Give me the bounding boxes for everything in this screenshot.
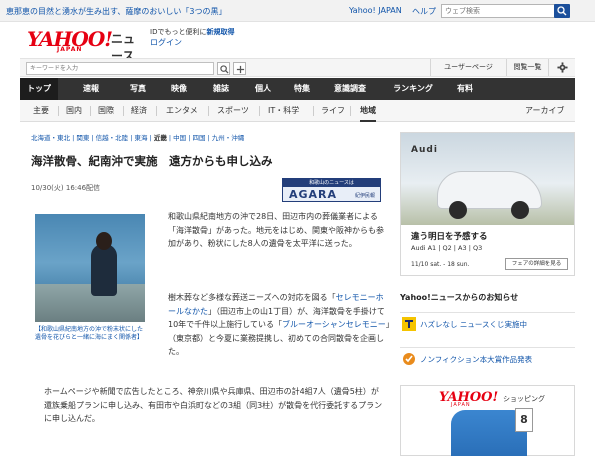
keyword-input[interactable] bbox=[26, 62, 214, 75]
nav-feature[interactable]: 特集 bbox=[284, 78, 320, 100]
blue-ocean-ceremony-link[interactable]: ブルーオーシャンセレモニー bbox=[282, 320, 386, 329]
divider bbox=[156, 106, 157, 116]
nav2-main[interactable]: 主要 bbox=[33, 100, 49, 122]
divider bbox=[208, 106, 209, 116]
region-kanto[interactable]: 関東 bbox=[76, 134, 89, 142]
agara-sub-text: 紀伊民報 bbox=[355, 193, 376, 199]
search-icon bbox=[557, 6, 567, 16]
nav-video[interactable]: 映像 bbox=[161, 78, 197, 100]
login-link[interactable]: ログイン bbox=[150, 37, 182, 48]
photo-person bbox=[91, 244, 117, 296]
divider bbox=[58, 106, 59, 116]
nav-survey[interactable]: 意識調査 bbox=[325, 78, 375, 100]
nav2-international[interactable]: 国際 bbox=[98, 100, 114, 122]
search-icon bbox=[220, 65, 229, 74]
paragraph-2: 樹木葬など多様な葬送ニーズへの対応を図る「セレモニーホールなかた」（田辺市上の山… bbox=[168, 291, 390, 359]
nav2-archive[interactable]: アーカイブ bbox=[525, 100, 565, 122]
promo-link[interactable]: 恵那恵の目然と湧水が生み出す、薩摩のおいしい「3つの黒」 bbox=[6, 6, 226, 17]
photo-caption: 【和歌山県紀南地方の沖で粉末状にした遺骨を花びらと一緒に海にまく関係者】 bbox=[35, 326, 144, 341]
history-link[interactable]: 閲覧一覧 bbox=[506, 59, 548, 76]
nav-ranking[interactable]: ランキング bbox=[383, 78, 443, 100]
nav-photo[interactable]: 写真 bbox=[120, 78, 156, 100]
paragraph-1: 和歌山県紀南地方の沖で28日、田辺市内の葬儀業者による「海洋散骨」があった。地元… bbox=[168, 212, 384, 248]
divider bbox=[90, 106, 91, 116]
t-point-icon bbox=[402, 317, 416, 331]
paragraph-3: ホームページや新聞で広告したところ、神奈川県や兵庫県、田辺市の計4組7人（遺骨5… bbox=[44, 387, 383, 423]
photo-shore bbox=[35, 284, 145, 322]
car-wheel bbox=[449, 201, 467, 219]
region-tokai[interactable]: 東海 bbox=[134, 134, 147, 142]
secondary-nav: 主要 国内 国際 経済 エンタメ スポーツ IT・科学 ライフ 地域 アーカイブ bbox=[20, 100, 575, 122]
notice-text: ノンフィクション本大賞作品発表 bbox=[420, 355, 533, 364]
audi-ad[interactable]: Audi 違う明日を予感する Audi A1 | Q2 | A3 | Q3 11… bbox=[400, 132, 575, 276]
nav2-it-science[interactable]: IT・科学 bbox=[268, 100, 299, 122]
paragraph-2-text-a: 樹木葬など多様な葬送ニーズへの対応を図る「 bbox=[168, 293, 336, 302]
notices-heading: Yahoo!ニュースからのお知らせ bbox=[400, 293, 519, 302]
region-shikoku[interactable]: 四国 bbox=[192, 134, 205, 142]
agara-top-text: 和歌山のニュースは bbox=[283, 179, 380, 187]
region-shinetsu-hokuriku[interactable]: 信越・北陸 bbox=[96, 134, 129, 142]
register-link[interactable]: 新規取得 bbox=[206, 28, 234, 36]
web-search-input[interactable] bbox=[441, 4, 555, 18]
divider bbox=[259, 106, 260, 116]
region-links: 北海道・東北 | 関東 | 信越・北陸 | 東海 | 近畿 | 中国 | 四国 … bbox=[31, 134, 245, 142]
ad-details-button[interactable]: フェアの詳細を見る bbox=[505, 258, 568, 270]
car-wheel bbox=[511, 201, 529, 219]
divider bbox=[123, 106, 124, 116]
nav2-region[interactable]: 地域 bbox=[360, 100, 376, 122]
primary-nav: トップ 速報 写真 映像 雑誌 個人 特集 意識調査 ランキング 有料 bbox=[20, 78, 575, 100]
region-kinki: 近畿 bbox=[153, 134, 167, 142]
ad-models: Audi A1 | Q2 | A3 | Q3 bbox=[411, 244, 483, 252]
photo-person-head bbox=[96, 232, 112, 250]
nav-individual[interactable]: 個人 bbox=[245, 78, 281, 100]
shopping-label: ショッピング bbox=[503, 395, 545, 403]
ad-title: 違う明日を予感する bbox=[411, 232, 488, 242]
nav2-life[interactable]: ライフ bbox=[321, 100, 345, 122]
notice-item[interactable]: ハズレなし ニュースくじ実施中 bbox=[400, 312, 575, 334]
nav2-sports[interactable]: スポーツ bbox=[217, 100, 249, 122]
ad-date: 11/10 sat. - 18 sun. bbox=[411, 261, 470, 268]
plus-icon bbox=[236, 65, 245, 74]
yahoo-shopping-ad[interactable]: YAHOO! JAPAN ショッピング 8 bbox=[400, 385, 575, 456]
notice-item[interactable]: ノンフィクション本大賞作品発表 bbox=[400, 347, 575, 369]
article-title: 海洋散骨、紀南沖で実施 遠方からも申し込み bbox=[31, 154, 273, 168]
yahoo-news-logo[interactable]: YAHOO! JAPAN ニュース bbox=[27, 27, 147, 63]
logo-sub-text: JAPAN bbox=[57, 46, 83, 53]
agara-source-banner[interactable]: 和歌山のニュースは AGARA 紀伊民報 bbox=[282, 178, 381, 202]
article-date: 10/30(火) 16:46配信 bbox=[31, 184, 101, 192]
keyword-search-button[interactable] bbox=[217, 62, 230, 75]
notice-text: ハズレなし ニュースくじ実施中 bbox=[420, 320, 528, 329]
id-promo-text: IDでもっと便利に bbox=[150, 28, 207, 36]
nav-paid[interactable]: 有料 bbox=[447, 78, 483, 100]
shopping-badge: 8 bbox=[515, 408, 533, 432]
nav2-domestic[interactable]: 国内 bbox=[66, 100, 82, 122]
nav2-economy[interactable]: 経済 bbox=[131, 100, 147, 122]
region-chugoku[interactable]: 中国 bbox=[173, 134, 186, 142]
help-link[interactable]: ヘルプ bbox=[412, 6, 436, 17]
agara-logo-text: AGARA bbox=[289, 188, 338, 201]
yahoo-japan-link[interactable]: Yahoo! JAPAN bbox=[349, 6, 402, 15]
id-promo: IDでもっと便利に新規取得 bbox=[150, 27, 234, 37]
gear-icon bbox=[556, 62, 568, 73]
web-search-button[interactable] bbox=[554, 4, 570, 18]
nav-magazine[interactable]: 雑誌 bbox=[203, 78, 239, 100]
top-bar: 恵那恵の目然と湧水が生み出す、薩摩のおいしい「3つの黒」 Yahoo! JAPA… bbox=[0, 0, 595, 22]
region-hokkaido-tohoku[interactable]: 北海道・東北 bbox=[31, 134, 70, 142]
article-photo[interactable] bbox=[35, 214, 145, 322]
shopping-logo-sub: JAPAN bbox=[451, 402, 471, 408]
nav-top[interactable]: トップ bbox=[20, 78, 58, 100]
user-page-link[interactable]: ユーザーページ bbox=[430, 59, 506, 76]
add-keyword-button[interactable] bbox=[233, 62, 246, 75]
nav-breaking[interactable]: 速報 bbox=[72, 78, 110, 100]
divider bbox=[350, 106, 351, 116]
nav2-entertainment[interactable]: エンタメ bbox=[166, 100, 198, 122]
divider bbox=[313, 106, 314, 116]
ad-image: Audi bbox=[401, 133, 574, 225]
audi-logo: Audi bbox=[411, 145, 438, 155]
award-icon bbox=[403, 353, 415, 365]
keyword-bar: ユーザーページ 閲覧一覧 bbox=[20, 58, 575, 77]
settings-button[interactable] bbox=[548, 59, 575, 76]
region-kyushu-okinawa[interactable]: 九州・沖縄 bbox=[212, 134, 245, 142]
